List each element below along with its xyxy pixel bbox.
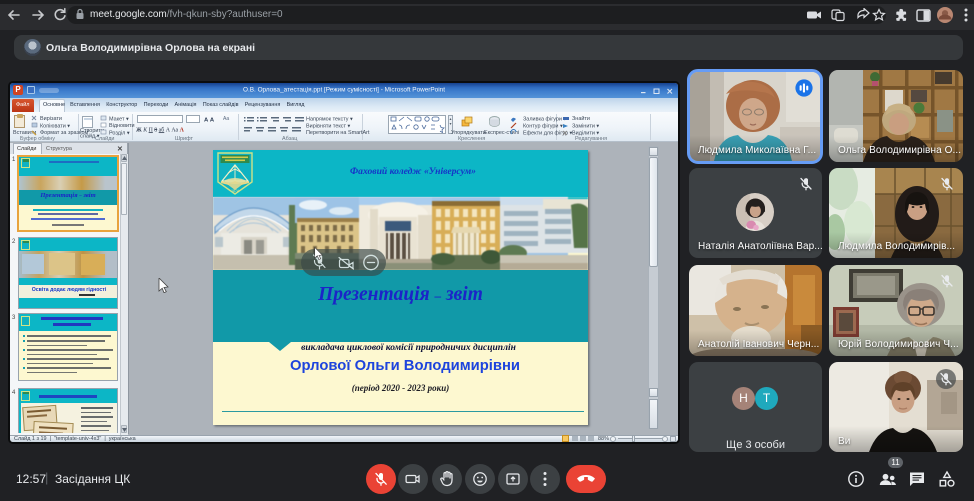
svg-text:1874: 1874: [231, 189, 239, 193]
